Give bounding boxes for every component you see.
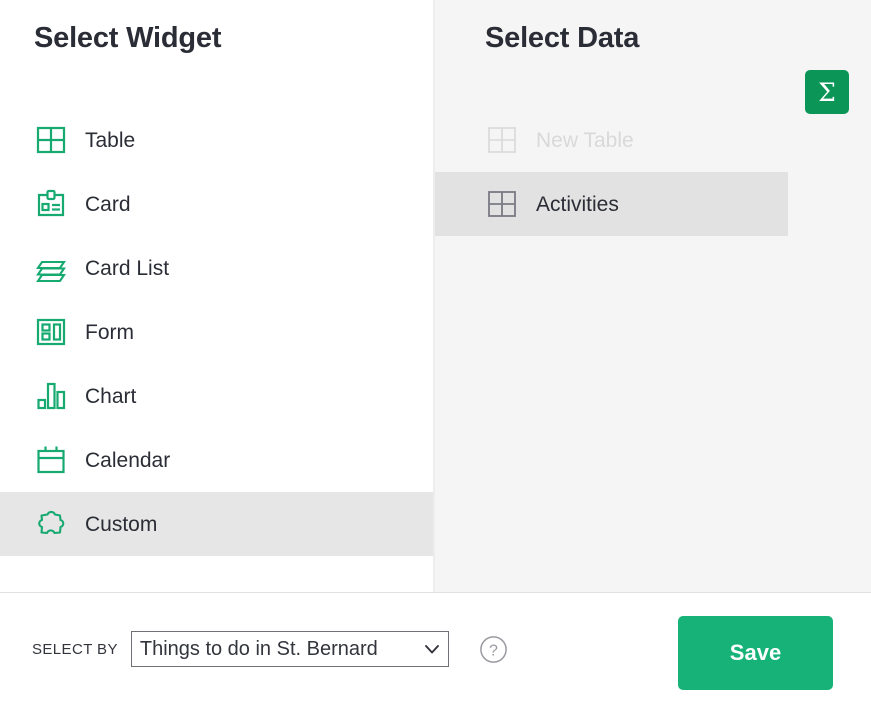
widget-item-custom[interactable]: Custom	[0, 492, 433, 556]
select-widget-panel: Select Widget Table Card Card List Form …	[0, 0, 433, 592]
id-card-icon	[34, 187, 68, 221]
widget-picker-dialog: Select Widget Table Card Card List Form …	[0, 0, 871, 712]
summary-sigma-button[interactable]: Σ	[805, 70, 849, 114]
data-item-new-table[interactable]: New Table	[435, 108, 871, 172]
puzzle-piece-icon	[34, 507, 68, 541]
widget-item-label: Custom	[85, 512, 158, 536]
widget-item-label: Chart	[85, 384, 137, 408]
select-data-panel: Select Data New Table Activities Σ	[435, 0, 871, 592]
widget-item-calendar[interactable]: Calendar	[0, 428, 433, 492]
table-grid-icon	[34, 123, 68, 157]
data-list: New Table Activities	[435, 108, 871, 236]
table-grid-icon	[485, 123, 519, 157]
dialog-footer: SELECT BY Things to do in St. Bernard ?	[0, 593, 871, 712]
widget-list: Table Card Card List Form Chart Calendar…	[0, 108, 433, 556]
widget-item-chart[interactable]: Chart	[0, 364, 433, 428]
widget-item-label: Card List	[85, 256, 170, 280]
dialog-panels: Select Widget Table Card Card List Form …	[0, 0, 871, 593]
widget-item-label: Card	[85, 192, 131, 216]
bar-chart-icon	[34, 379, 68, 413]
card-stack-icon	[34, 251, 68, 285]
question-mark-circle-icon[interactable]: ?	[479, 635, 508, 664]
select-by-label: SELECT BY	[32, 640, 118, 658]
select-by-value: Things to do in St. Bernard	[139, 637, 378, 660]
data-item-activities[interactable]: Activities	[435, 172, 788, 236]
svg-text:?: ?	[489, 642, 498, 659]
select-by-dropdown[interactable]: Things to do in St. Bernard	[130, 631, 449, 667]
form-layout-icon	[34, 315, 68, 349]
widget-item-label: Form	[85, 320, 134, 344]
save-button[interactable]: Save	[678, 616, 833, 690]
data-item-label: Activities	[536, 192, 619, 216]
table-grid-icon	[485, 187, 519, 221]
widget-item-card[interactable]: Card	[0, 172, 433, 236]
widget-item-label: Calendar	[85, 448, 171, 472]
widget-item-table[interactable]: Table	[0, 108, 433, 172]
select-data-title: Select Data	[485, 22, 640, 54]
select-widget-title: Select Widget	[34, 22, 222, 54]
calendar-icon	[34, 443, 68, 477]
chevron-down-icon	[422, 639, 442, 659]
widget-item-label: Table	[85, 128, 136, 152]
widget-item-form[interactable]: Form	[0, 300, 433, 364]
widget-item-card-list[interactable]: Card List	[0, 236, 433, 300]
select-by-group: SELECT BY Things to do in St. Bernard ?	[0, 631, 508, 667]
data-item-label: New Table	[536, 128, 634, 152]
